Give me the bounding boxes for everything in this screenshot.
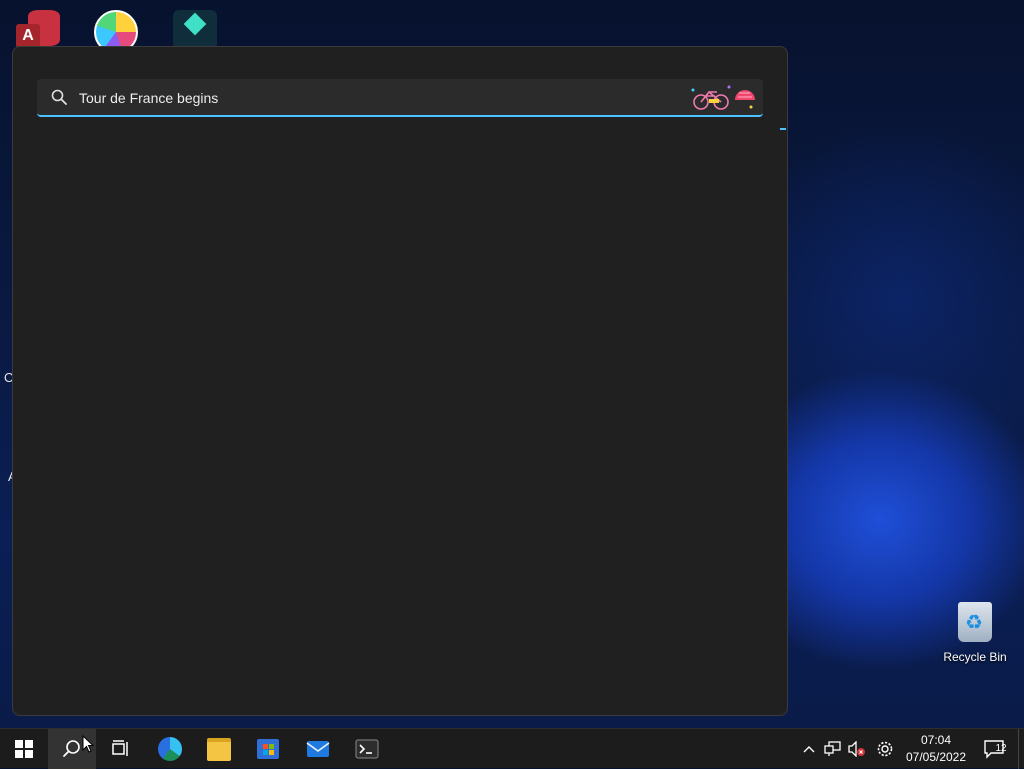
taskbar: 07:04 07/05/2022 12: [0, 728, 1024, 769]
clock-time: 07:04: [920, 733, 952, 747]
filmora-app-icon[interactable]: [173, 10, 217, 50]
chevron-up-icon: [803, 746, 815, 753]
mail-icon: [306, 741, 330, 757]
show-desktop-button[interactable]: [1018, 729, 1024, 769]
network-button[interactable]: [822, 729, 844, 769]
store-button[interactable]: [244, 729, 292, 769]
access-app-icon[interactable]: A: [14, 8, 62, 48]
settings-button[interactable]: [874, 729, 896, 769]
taskbar-clock[interactable]: 07:04 07/05/2022: [902, 732, 970, 766]
clock-date: 07/05/2022: [905, 750, 967, 764]
recycle-bin-label: Recycle Bin: [943, 650, 1007, 664]
task-view-button[interactable]: [96, 729, 144, 769]
recycle-bin-icon: [958, 602, 992, 642]
terminal-button[interactable]: [343, 729, 391, 769]
show-hidden-icons-button[interactable]: [799, 729, 819, 769]
start-icon: [15, 740, 33, 758]
mouse-cursor-icon: [82, 735, 94, 753]
file-explorer-button[interactable]: [195, 729, 243, 769]
edge-button[interactable]: [146, 729, 194, 769]
volume-muted-icon: [848, 741, 865, 757]
file-explorer-icon: [207, 737, 231, 761]
search-box[interactable]: [37, 79, 763, 117]
recycle-bin[interactable]: Recycle Bin: [940, 602, 1010, 664]
network-icon: [824, 741, 841, 756]
notification-count-badge: 12: [995, 743, 1007, 754]
flyout-edge-marker: [780, 128, 786, 130]
volume-button[interactable]: [846, 729, 868, 769]
gear-icon: [877, 741, 893, 757]
search-icon: [63, 740, 80, 757]
task-view-icon: [112, 740, 128, 756]
search-input[interactable]: [77, 85, 681, 111]
search-button[interactable]: [48, 729, 96, 769]
store-icon: [257, 739, 279, 759]
search-flyout: [12, 46, 788, 716]
mail-button[interactable]: [294, 729, 342, 769]
start-button[interactable]: [0, 729, 48, 769]
terminal-icon: [355, 739, 379, 759]
search-icon: [51, 89, 67, 105]
search-highlight-bicycle-icon[interactable]: [689, 82, 757, 112]
edge-icon: [158, 737, 182, 761]
